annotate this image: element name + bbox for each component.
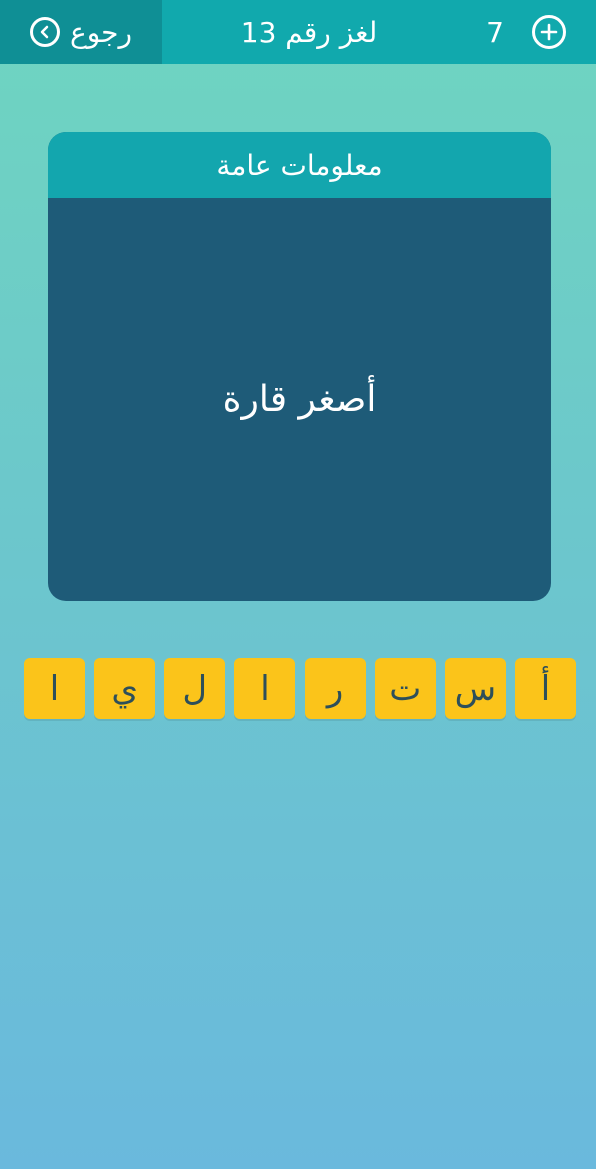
letter-tiles: أ س ت ر ا ل ي ا (24, 658, 576, 720)
letter-tile[interactable]: س (444, 658, 506, 719)
category-label: معلومات عامة (48, 132, 551, 198)
coins-count: 7 (486, 15, 504, 49)
letter-tile[interactable]: أ (514, 658, 576, 719)
letter-tile[interactable]: ل (164, 658, 226, 719)
question-text: أصغر قارة (222, 379, 377, 420)
letter-tile[interactable]: ت (374, 658, 436, 719)
top-bar: رجوع لغز رقم 13 7 (0, 0, 596, 64)
letter-tile[interactable]: ر (304, 658, 366, 719)
puzzle-title: لغز رقم 13 (240, 15, 378, 49)
back-button[interactable]: رجوع (0, 0, 162, 64)
letter-tile[interactable]: ا (234, 658, 296, 719)
chevron-left-icon (29, 17, 60, 47)
letter-tile[interactable]: ا (24, 658, 85, 719)
question-card: معلومات عامة أصغر قارة (48, 132, 551, 601)
back-label: رجوع (69, 15, 132, 49)
letter-tile[interactable]: ي (94, 658, 156, 719)
coins-area: 7 (456, 0, 596, 64)
plus-icon[interactable] (531, 15, 566, 49)
